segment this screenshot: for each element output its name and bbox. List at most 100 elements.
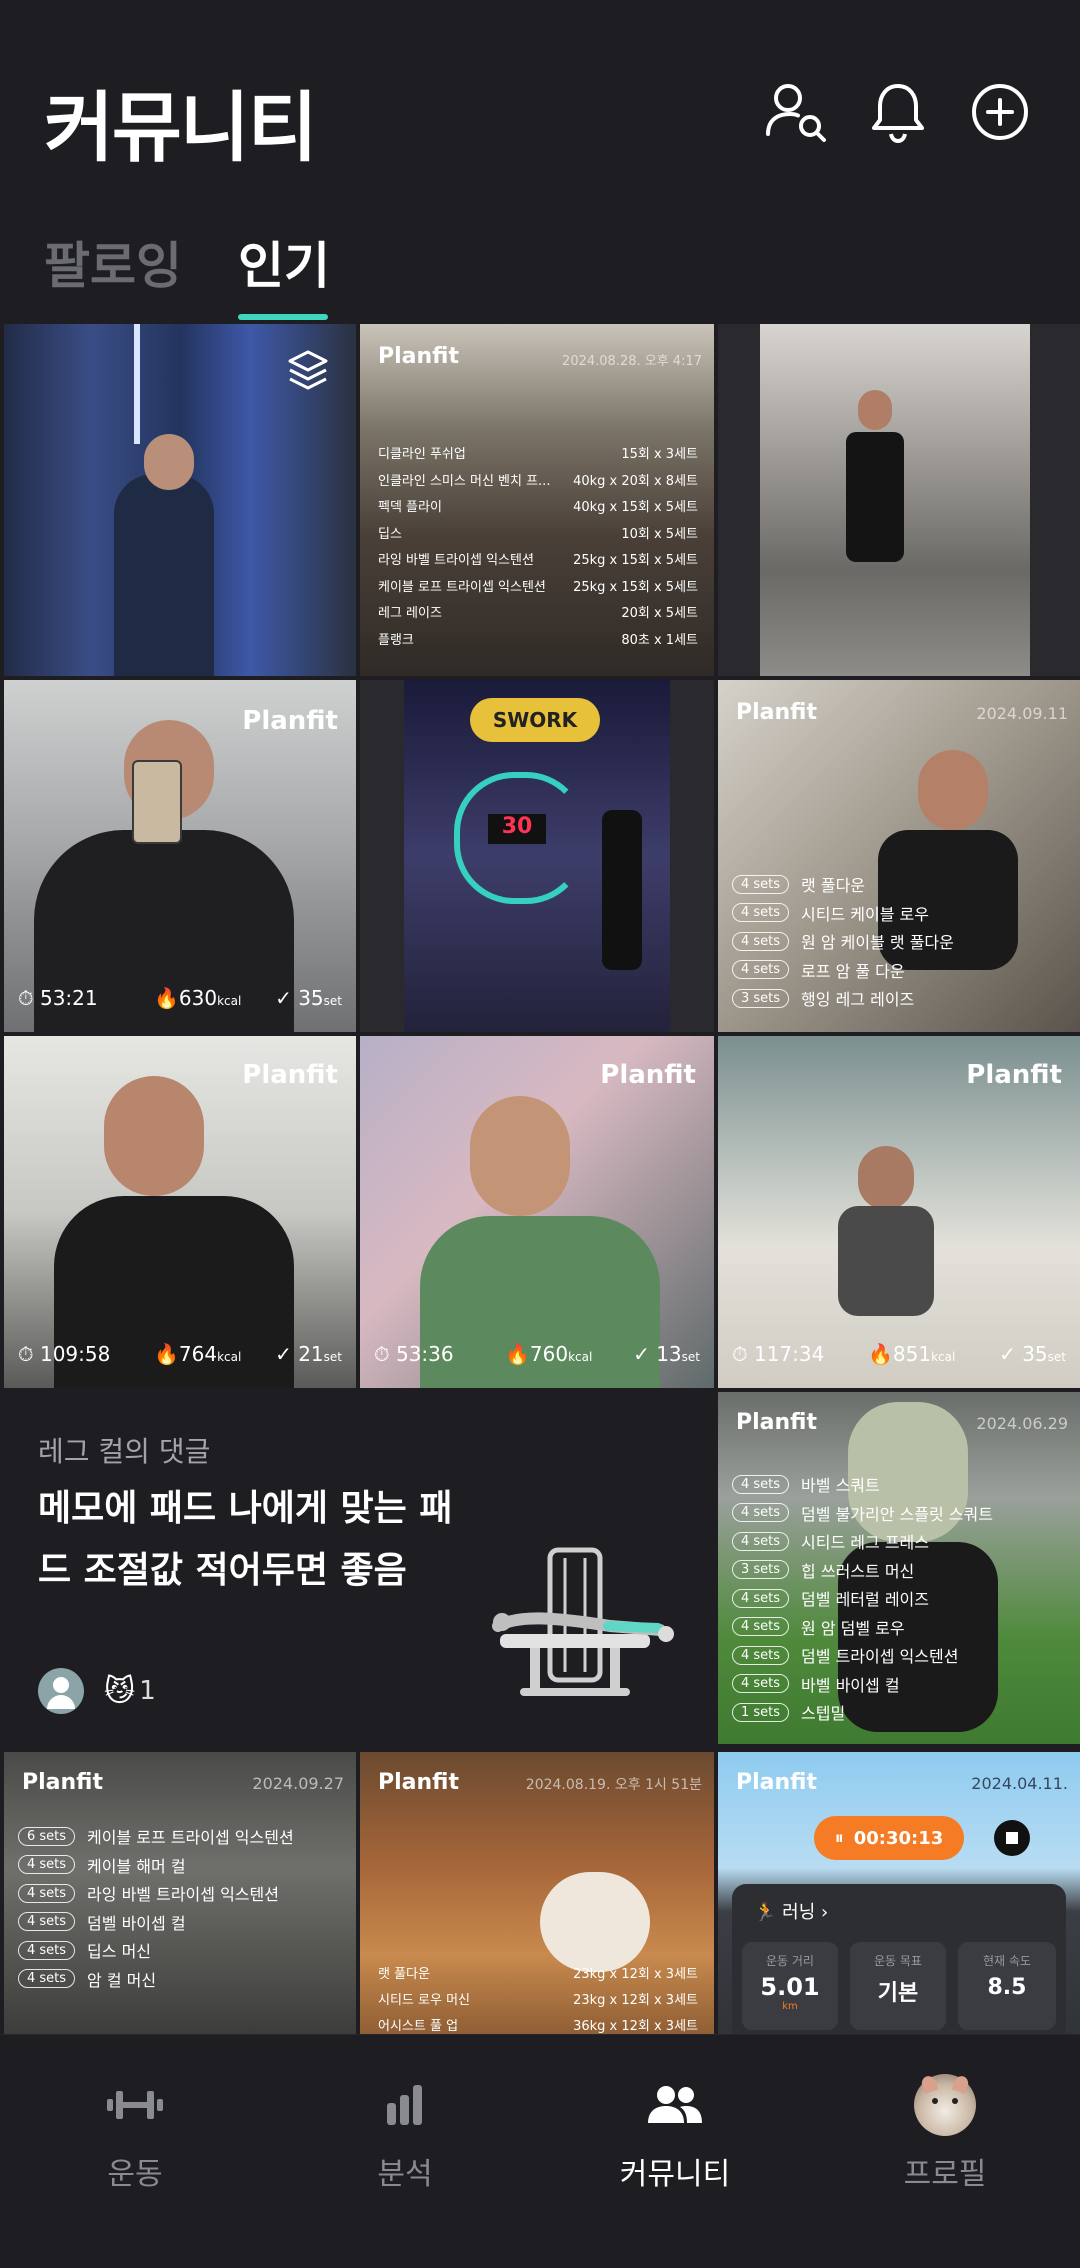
- person-head: [918, 750, 988, 830]
- machine-logo: SWORK: [470, 698, 600, 742]
- exercise-row: 디클라인 푸쉬업 15회 x 3세트: [378, 447, 698, 462]
- dumbbell-icon: [35, 2075, 235, 2135]
- sets-stat: ✓ 21set: [275, 1342, 342, 1366]
- post-tile[interactable]: Planfit 2024.08.19. 오후 1시 51분 랫 풀다운 23kg …: [360, 1752, 714, 2034]
- nav-label: 분석: [377, 2157, 433, 2192]
- post-date: 2024.09.11: [976, 704, 1068, 723]
- planfit-brand: Planfit: [242, 706, 338, 736]
- post-grid: Planfit 2024.08.28. 오후 4:17 디클라인 푸쉬업 15회 …: [0, 324, 1080, 2034]
- duration-stat: ⏱ 109:58: [18, 1342, 111, 1366]
- duration-stat: ⏱ 53:36: [374, 1342, 454, 1366]
- person-silhouette: [114, 474, 214, 676]
- post-tile[interactable]: Planfit 2024.04.11. ⏸ 00:30:13 🏃 러닝 › 운동…: [718, 1752, 1080, 2034]
- exercise-row: 어시스트 풀 업 36kg x 12회 x 3세트: [378, 2019, 698, 2034]
- exercise-row: 딥스 10회 x 5세트: [378, 526, 698, 542]
- planfit-brand: Planfit: [736, 700, 817, 725]
- run-timer-pill: ⏸ 00:30:13: [814, 1816, 964, 1860]
- sets-stat: ✓ 35set: [999, 1342, 1066, 1366]
- run-label: 🏃 러닝 ›: [754, 1902, 829, 1923]
- comment-body: 메모에 패드 나에게 맞는 패드 조절값 적어두면 좋음: [38, 1488, 453, 1591]
- planfit-brand: Planfit: [378, 344, 459, 369]
- post-tile[interactable]: Planfit ⏱ 53:36 🔥760kcal ✓ 13set: [360, 1036, 714, 1388]
- post-date: 2024.08.28. 오후 4:17: [562, 354, 702, 369]
- calorie-stat: 🔥851kcal: [868, 1342, 956, 1366]
- remote: [602, 810, 642, 970]
- nav-label: 운동: [107, 2157, 163, 2192]
- exercise-list: 4 sets 랫 풀다운 4 sets 시티드 케이블 로우 4 sets 원 암 케…: [732, 870, 954, 1013]
- calorie-stat: 🔥630kcal: [154, 986, 242, 1010]
- person-silhouette: [838, 1206, 934, 1316]
- nav-workout[interactable]: 운동: [35, 2075, 235, 2193]
- post-tile[interactable]: [718, 324, 1080, 676]
- app-header: 커뮤니티: [0, 0, 1080, 230]
- post-tile[interactable]: Planfit 2024.06.29 4 sets 바벨 스쿼트 4 sets 덤벨…: [718, 1392, 1080, 1744]
- exercise-row: 케이블 로프 트라이셉 익스텐션 25kg x 15회 x 5세트: [378, 579, 698, 595]
- leg-curl-machine-illustration: [490, 1542, 690, 1716]
- post-tile[interactable]: Planfit 2024.08.28. 오후 4:17 디클라인 푸쉬업 15회 …: [360, 324, 714, 676]
- stop-icon: [994, 1820, 1030, 1856]
- post-tile[interactable]: [4, 324, 356, 676]
- post-tile[interactable]: Planfit ⏱ 117:34 🔥851kcal ✓ 35set: [718, 1036, 1080, 1388]
- person-head: [858, 390, 892, 430]
- post-tile[interactable]: SWORK 30: [360, 680, 714, 1032]
- planfit-brand: Planfit: [736, 1410, 817, 1435]
- sets-stat: ✓ 13set: [633, 1342, 700, 1366]
- exercise-row: 랫 풀다운 23kg x 12회 x 3세트: [378, 1967, 698, 1982]
- stat-distance: 운동 거리 5.01 km: [742, 1942, 838, 2030]
- stat-goal: 운동 목표 기본: [850, 1942, 946, 2030]
- phone: [132, 760, 182, 844]
- exercise-row: 라잉 바벨 트라이셉 익스텐션 25kg x 15회 x 5세트: [378, 553, 698, 568]
- planfit-brand: Planfit: [966, 1060, 1062, 1090]
- nav-label: 커뮤니티: [619, 2157, 731, 2192]
- multi-photo-icon: [284, 346, 332, 398]
- post-tile[interactable]: Planfit 2024.09.27 6 sets 케이블 로프 트라이셉 익스텐…: [4, 1752, 356, 2034]
- duration-stat: ⏱ 117:34: [732, 1342, 825, 1366]
- exercise-list: 4 sets 바벨 스쿼트 4 sets 덤벨 불가리안 스플릿 스쿼트 4 set…: [732, 1470, 993, 1727]
- run-card: 🏃 러닝 › 운동 거리 5.01 km 운동 목표 기본 현재 속도 8.5: [732, 1884, 1066, 2034]
- people-icon: [575, 2075, 775, 2135]
- avatar[interactable]: [38, 1668, 84, 1714]
- user-search-icon[interactable]: [760, 76, 832, 148]
- exercise-row: 플랭크 80초 x 1세트: [378, 632, 698, 648]
- tab-following[interactable]: 팔로잉: [44, 226, 182, 298]
- nav-analysis[interactable]: 분석: [305, 2075, 505, 2193]
- post-date: 2024.09.27: [252, 1774, 344, 1793]
- post-tile[interactable]: Planfit ⏱ 109:58 🔥764kcal ✓ 21set: [4, 1036, 356, 1388]
- nav-profile[interactable]: 프로필: [845, 2074, 1045, 2193]
- active-tab-indicator: [238, 314, 328, 320]
- pause-icon: ⏸: [834, 1827, 844, 1849]
- post-tile[interactable]: Planfit ⏱ 53:21 🔥630kcal ✓ 35set: [4, 680, 356, 1032]
- page-title: 커뮤니티: [44, 83, 318, 172]
- person-silhouette: [846, 432, 904, 562]
- planfit-brand: Planfit: [242, 1060, 338, 1090]
- nav-community[interactable]: 커뮤니티: [575, 2075, 775, 2193]
- reaction-count: 1: [139, 1676, 156, 1706]
- exercise-row: 레그 레이즈 20회 x 5세트: [378, 606, 698, 621]
- exercise-row: 인클라인 스미스 머신 벤치 프... 40kg x 20회 x 8세트: [378, 473, 698, 489]
- comment-card[interactable]: 레그 컬의 댓글 메모에 패드 나에게 맞는 패드 조절값 적어두면 좋음 😼 …: [0, 1392, 714, 1748]
- post-date: 2024.04.11.: [971, 1774, 1068, 1793]
- post-date: 2024.08.19. 오후 1시 51분: [525, 1777, 702, 1793]
- tab-bar: 팔로잉 인기: [0, 226, 1080, 322]
- machine-display: 30: [488, 814, 546, 844]
- person-head: [470, 1096, 570, 1216]
- person-head: [858, 1146, 914, 1210]
- exercise-row: 시티드 로우 머신 23kg x 12회 x 3세트: [378, 1993, 698, 2008]
- nav-label: 프로필: [903, 2157, 987, 2192]
- reaction-emoji[interactable]: 😼: [104, 1674, 135, 1709]
- exercise-row: 펙덱 플라이 40kg x 15회 x 5세트: [378, 500, 698, 515]
- planfit-brand: Planfit: [378, 1770, 459, 1795]
- add-circle-icon[interactable]: [964, 76, 1036, 148]
- sets-stat: ✓ 35set: [275, 986, 342, 1010]
- bar-chart-icon: [305, 2075, 505, 2135]
- bell-icon[interactable]: [862, 76, 934, 148]
- post-date: 2024.06.29: [976, 1414, 1068, 1433]
- bottom-nav: 운동 분석 커뮤니티 프로필: [0, 2034, 1080, 2268]
- post-tile[interactable]: Planfit 2024.09.11 4 sets 랫 풀다운 4 sets 시티드…: [718, 680, 1080, 1032]
- person-head: [144, 434, 194, 490]
- avatar-icon: [845, 2074, 1045, 2136]
- tab-popular[interactable]: 인기: [238, 226, 330, 298]
- exercise-list: 6 sets 케이블 로프 트라이셉 익스텐션 4 sets 케이블 해머 컬 4 …: [18, 1822, 294, 1993]
- planfit-brand: Planfit: [600, 1060, 696, 1090]
- exercise-list: 랫 풀다운 23kg x 12회 x 3세트 시티드 로우 머신 23kg x 12…: [378, 1962, 698, 2034]
